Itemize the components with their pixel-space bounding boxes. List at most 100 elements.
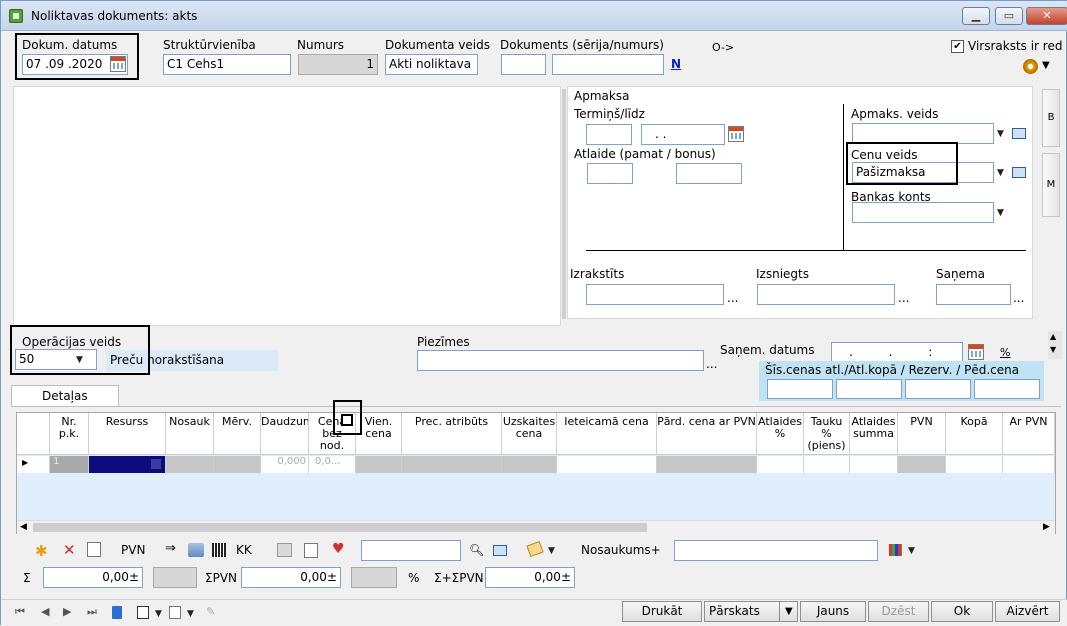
transfer-arrow-icon[interactable]: ⇒ [165, 541, 176, 556]
row-recommended-cell[interactable] [557, 456, 657, 473]
row-discount-cell[interactable] [757, 456, 804, 473]
ok-button[interactable]: Ok [931, 601, 993, 622]
box-icon[interactable] [277, 543, 292, 557]
doc-number-input[interactable] [552, 54, 664, 75]
grid-hscrollbar[interactable]: ◀ ▶ [17, 520, 1055, 534]
copy-document-dropdown-icon[interactable]: ▼ [187, 609, 194, 619]
issued-input[interactable] [586, 284, 724, 305]
received-more[interactable]: ... [1013, 291, 1024, 305]
chevron-down-icon[interactable]: ▼ [1042, 60, 1050, 71]
toolbar-book-icon[interactable] [493, 545, 507, 556]
splitter[interactable] [562, 89, 566, 319]
side-tab-m[interactable]: M [1042, 153, 1060, 217]
virsraksts-checkbox[interactable]: ✔ [951, 40, 964, 53]
reports-button[interactable]: Pārskats ▼ [704, 601, 798, 622]
row-fat-cell[interactable] [804, 456, 850, 473]
barcode-scan-icon[interactable] [188, 543, 204, 557]
discount-base-input[interactable] [587, 163, 633, 184]
pay-type-book-icon[interactable] [1012, 128, 1026, 139]
col-unit[interactable]: Mērv. [214, 413, 261, 455]
struct-input[interactable]: C1 Cehs1 [163, 54, 291, 75]
scroll-right-icon[interactable]: ▶ [1043, 522, 1050, 532]
column-checkbox[interactable] [341, 414, 353, 426]
received-input[interactable] [936, 284, 1011, 305]
price-type-dropdown-icon[interactable]: ▼ [997, 168, 1004, 178]
discount-bonus-input[interactable] [676, 163, 742, 184]
price-type-book-icon[interactable] [1012, 167, 1026, 178]
bank-dropdown-icon[interactable]: ▼ [997, 208, 1004, 218]
col-total[interactable]: Kopā [946, 413, 1003, 455]
scroll-down-icon[interactable]: ▼ [1050, 345, 1056, 354]
new-button[interactable]: Jauns [800, 601, 866, 622]
n-link[interactable]: N [671, 57, 681, 71]
col-quantity[interactable]: Daudzum [261, 413, 309, 455]
hscroll-thumb[interactable] [33, 523, 647, 532]
term-days-input[interactable] [586, 124, 632, 145]
maximize-button[interactable]: ▭ [995, 7, 1023, 25]
attach-icon[interactable]: ✎ [206, 605, 215, 618]
row-qty-cell[interactable]: 0,000 [261, 456, 309, 473]
color-grid-icon[interactable] [889, 544, 902, 556]
resource-lookup-icon[interactable] [151, 459, 161, 469]
kk-button[interactable]: KK [236, 543, 252, 557]
gear-icon[interactable] [1023, 59, 1038, 74]
close-document-button[interactable]: Aizvērt [995, 601, 1060, 622]
scroll-up-icon[interactable]: ▲ [1050, 332, 1056, 341]
col-with-vat[interactable]: Ar PVN [1003, 413, 1055, 455]
recv-calendar-icon[interactable] [968, 344, 984, 360]
col-discount-sum[interactable]: Atlaides summa [850, 413, 898, 455]
pay-type-dropdown-icon[interactable]: ▼ [997, 129, 1004, 139]
upper-scrollbar[interactable]: ▲ ▼ [1048, 331, 1062, 359]
col-name[interactable]: Nosauk [166, 413, 214, 455]
term-date-input[interactable]: . . [641, 124, 725, 145]
tab-details[interactable]: Detaļas [11, 385, 119, 407]
row-total-cell[interactable] [946, 456, 1003, 473]
copy-row-icon[interactable] [87, 542, 101, 557]
print-button[interactable]: Drukāt [622, 601, 702, 622]
side-tab-b[interactable]: B [1042, 89, 1060, 147]
minimize-button[interactable]: ▁ [962, 7, 990, 25]
pay-type-select[interactable] [852, 123, 994, 144]
nosaukums-filter-input[interactable] [674, 540, 878, 561]
prev-record-icon[interactable]: ◀ [41, 605, 49, 618]
first-record-icon[interactable]: ⏮ [15, 605, 25, 619]
next-record-icon[interactable]: ▶ [63, 605, 71, 618]
heart-icon[interactable]: ♥ [332, 541, 345, 557]
col-vat[interactable]: PVN [898, 413, 946, 455]
doctype-input[interactable]: Akti noliktava [385, 54, 478, 75]
col-resource[interactable]: Resurss [89, 413, 166, 455]
document-list-icon[interactable] [304, 543, 318, 558]
col-sale-price[interactable]: Pārd. cena ar PVN [657, 413, 757, 455]
pvn-button[interactable]: PVN [121, 543, 145, 557]
notes-more[interactable]: ... [706, 357, 717, 371]
doc-series-input[interactable] [501, 54, 546, 75]
row-withvat-cell[interactable] [1003, 456, 1055, 473]
color-dropdown-icon[interactable]: ▼ [908, 546, 915, 556]
toolbar-search-input[interactable] [361, 540, 461, 561]
col-unit-price[interactable]: Vien. cena [356, 413, 402, 455]
col-discount-pct[interactable]: Atlaides % [757, 413, 804, 455]
delivered-input[interactable] [757, 284, 895, 305]
search-icon[interactable]: 🔍︎ [469, 543, 484, 557]
barcode-icon[interactable] [212, 543, 226, 557]
delivered-more[interactable]: ... [898, 291, 909, 305]
add-row-icon[interactable]: ✱ [35, 542, 48, 560]
percent-link[interactable]: % [1000, 346, 1010, 359]
row-selector[interactable]: ▶ [17, 456, 50, 473]
issued-more[interactable]: ... [727, 291, 738, 305]
new-document-icon[interactable] [137, 606, 149, 619]
close-button[interactable]: ✕ [1026, 7, 1067, 25]
tag-dropdown-icon[interactable]: ▼ [548, 546, 555, 556]
copy-document-icon[interactable] [169, 606, 181, 619]
row-discsum-cell[interactable] [850, 456, 898, 473]
bank-select[interactable] [852, 202, 994, 223]
new-document-dropdown-icon[interactable]: ▼ [155, 609, 162, 619]
scroll-left-icon[interactable]: ◀ [20, 522, 27, 532]
notes-input[interactable] [417, 350, 704, 371]
col-nr[interactable]: Nr. p.k. [50, 413, 89, 455]
col-attribute[interactable]: Prec. atribūts [402, 413, 502, 455]
col-account-price[interactable]: Uzskaites cena [502, 413, 557, 455]
last-record-icon[interactable]: ⏭ [87, 605, 97, 619]
col-fat-pct[interactable]: Tauku % (piens) [804, 413, 850, 455]
col-recommended-price[interactable]: Ieteicamā cena [557, 413, 657, 455]
